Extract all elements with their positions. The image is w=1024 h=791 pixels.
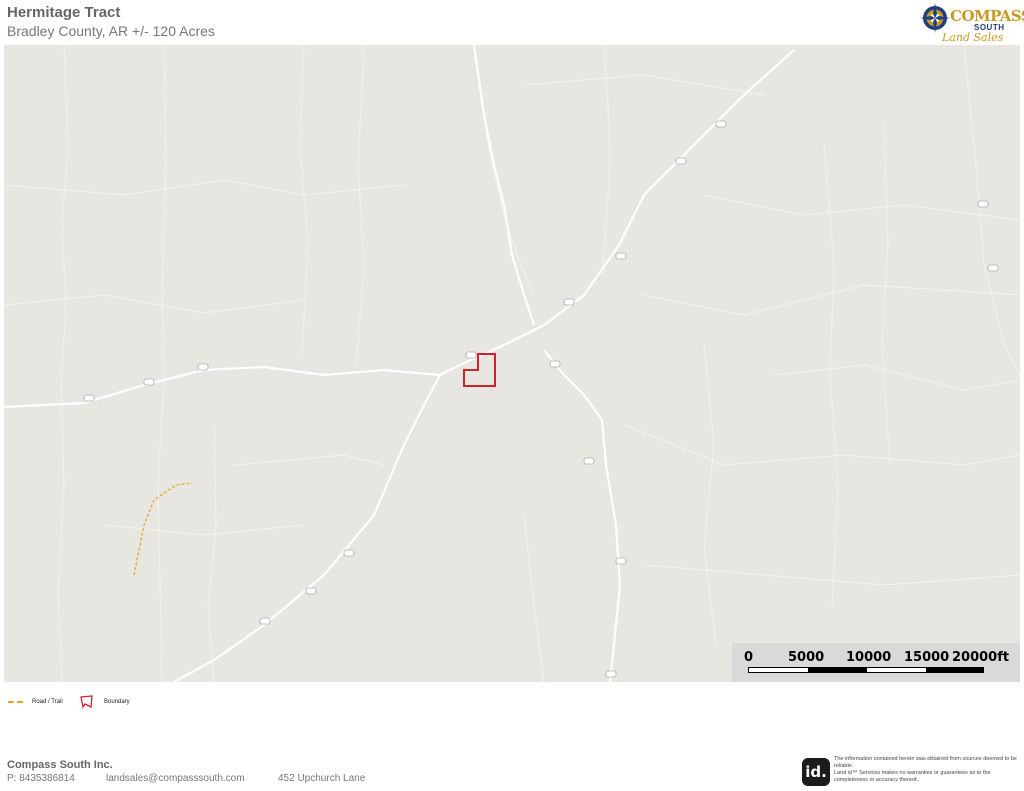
compass-icon [920, 3, 950, 33]
disclaimer-line-2: Land id™ Services makes no warranties or… [834, 770, 991, 783]
disclaimer-text: The information contained herein was obt… [834, 756, 1022, 784]
minor-roads [4, 45, 1020, 682]
route-shields [83, 120, 999, 678]
legend-label-boundary: Boundary [104, 699, 130, 705]
map-subtitle: Bradley County, AR +/- 120 Acres [7, 23, 215, 39]
footer-address: 452 Upchurch Lane [278, 773, 366, 784]
footer-email[interactable]: landsales@compasssouth.com [106, 773, 245, 784]
map-title: Hermitage Tract [7, 4, 121, 21]
landid-logo-icon: id. [802, 758, 830, 786]
scale-label-5000: 5000 [788, 650, 825, 665]
scale-label-15000: 15000 [904, 650, 950, 665]
trail-path [133, 482, 193, 576]
logo-text-land-sales: Land Sales [942, 31, 1004, 44]
scale-bar-graphic [748, 667, 984, 673]
map-layer [4, 45, 1020, 682]
scale-label-10000: 10000 [846, 650, 892, 665]
footer-company: Compass South Inc. [7, 759, 113, 771]
scale-label-0: 0 [744, 650, 754, 665]
footer-phone: P: 8435386814 [7, 773, 75, 784]
legend-label-road-trail: Road / Trail [32, 699, 63, 705]
scale-bar: 0 5000 10000 15000 20000ft [732, 643, 1020, 682]
dashed-line-icon [8, 701, 23, 703]
company-logo: COMPASS SOUTH Land Sales [920, 2, 1024, 46]
disclaimer-line-1: The information contained herein was obt… [834, 756, 1017, 769]
map-canvas[interactable]: 0 5000 10000 15000 20000ft [4, 45, 1020, 682]
scale-label-20000ft: 20000ft [952, 650, 1010, 665]
property-boundary[interactable] [463, 353, 496, 387]
highways [4, 45, 795, 682]
polygon-outline-icon [80, 695, 93, 709]
